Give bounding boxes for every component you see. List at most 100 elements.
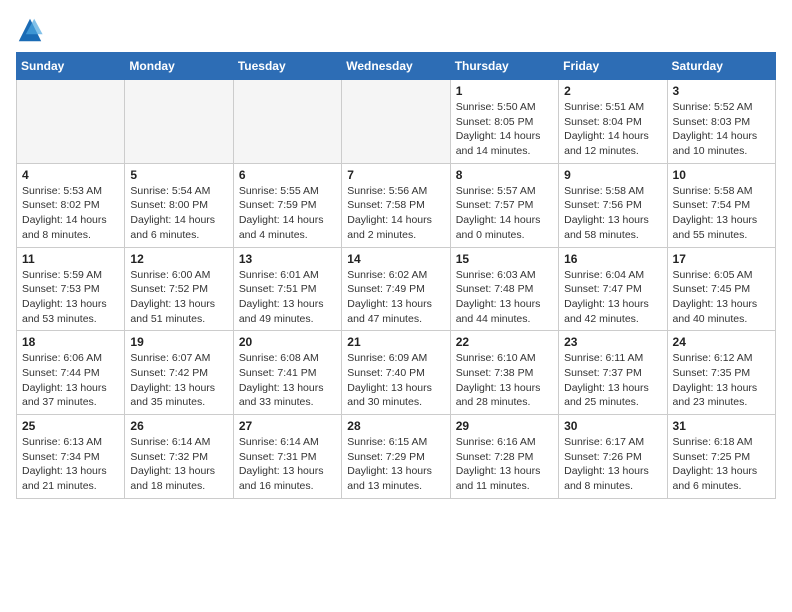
day-info: Sunrise: 6:00 AMSunset: 7:52 PMDaylight:… — [130, 268, 227, 327]
calendar-cell: 14 Sunrise: 6:02 AMSunset: 7:49 PMDayligh… — [342, 247, 450, 331]
day-number: 7 — [347, 168, 444, 182]
day-number: 19 — [130, 335, 227, 349]
day-info: Sunrise: 5:56 AMSunset: 7:58 PMDaylight:… — [347, 184, 444, 243]
logo — [16, 16, 48, 44]
calendar-cell — [233, 80, 341, 164]
calendar-cell: 3 Sunrise: 5:52 AMSunset: 8:03 PMDaylight… — [667, 80, 775, 164]
day-number: 18 — [22, 335, 119, 349]
day-info: Sunrise: 6:03 AMSunset: 7:48 PMDaylight:… — [456, 268, 553, 327]
day-info: Sunrise: 6:08 AMSunset: 7:41 PMDaylight:… — [239, 351, 336, 410]
header-saturday: Saturday — [667, 53, 775, 80]
header-friday: Friday — [559, 53, 667, 80]
calendar-week-row: 11 Sunrise: 5:59 AMSunset: 7:53 PMDayligh… — [17, 247, 776, 331]
calendar-week-row: 4 Sunrise: 5:53 AMSunset: 8:02 PMDaylight… — [17, 163, 776, 247]
page-header — [16, 16, 776, 44]
calendar-header-row: SundayMondayTuesdayWednesdayThursdayFrid… — [17, 53, 776, 80]
day-info: Sunrise: 6:04 AMSunset: 7:47 PMDaylight:… — [564, 268, 661, 327]
calendar-cell: 1 Sunrise: 5:50 AMSunset: 8:05 PMDaylight… — [450, 80, 558, 164]
day-number: 5 — [130, 168, 227, 182]
header-thursday: Thursday — [450, 53, 558, 80]
calendar-cell: 21Sunrise: 6:09 AMSunset: 7:40 PMDayligh… — [342, 331, 450, 415]
calendar-cell: 23 Sunrise: 6:11 AMSunset: 7:37 PMDayligh… — [559, 331, 667, 415]
calendar-cell: 4 Sunrise: 5:53 AMSunset: 8:02 PMDaylight… — [17, 163, 125, 247]
day-info: Sunrise: 6:18 AMSunset: 7:25 PMDaylight:… — [673, 435, 770, 494]
calendar-cell: 27Sunrise: 6:14 AMSunset: 7:31 PMDayligh… — [233, 415, 341, 499]
day-number: 3 — [673, 84, 770, 98]
day-number: 26 — [130, 419, 227, 433]
day-number: 12 — [130, 252, 227, 266]
day-number: 27 — [239, 419, 336, 433]
logo-icon — [16, 16, 44, 44]
day-info: Sunrise: 6:16 AMSunset: 7:28 PMDaylight:… — [456, 435, 553, 494]
calendar-cell — [125, 80, 233, 164]
day-number: 24 — [673, 335, 770, 349]
calendar-cell: 13Sunrise: 6:01 AMSunset: 7:51 PMDayligh… — [233, 247, 341, 331]
day-info: Sunrise: 6:13 AMSunset: 7:34 PMDaylight:… — [22, 435, 119, 494]
calendar-cell: 8Sunrise: 5:57 AMSunset: 7:57 PMDaylight… — [450, 163, 558, 247]
day-number: 31 — [673, 419, 770, 433]
calendar-cell: 30 Sunrise: 6:17 AMSunset: 7:26 PMDayligh… — [559, 415, 667, 499]
day-number: 2 — [564, 84, 661, 98]
day-number: 8 — [456, 168, 553, 182]
day-number: 1 — [456, 84, 553, 98]
day-number: 30 — [564, 419, 661, 433]
header-sunday: Sunday — [17, 53, 125, 80]
calendar-cell: 16Sunrise: 6:04 AMSunset: 7:47 PMDayligh… — [559, 247, 667, 331]
day-info: Sunrise: 6:17 AMSunset: 7:26 PMDaylight:… — [564, 435, 661, 494]
header-wednesday: Wednesday — [342, 53, 450, 80]
day-number: 20 — [239, 335, 336, 349]
day-info: Sunrise: 5:55 AMSunset: 7:59 PMDaylight:… — [239, 184, 336, 243]
day-info: Sunrise: 5:51 AMSunset: 8:04 PMDaylight:… — [564, 100, 661, 159]
calendar-cell: 20 Sunrise: 6:08 AMSunset: 7:41 PMDayligh… — [233, 331, 341, 415]
day-info: Sunrise: 5:58 AMSunset: 7:56 PMDaylight:… — [564, 184, 661, 243]
day-info: Sunrise: 5:52 AMSunset: 8:03 PMDaylight:… — [673, 100, 770, 159]
calendar-cell: 12 Sunrise: 6:00 AMSunset: 7:52 PMDayligh… — [125, 247, 233, 331]
calendar-cell: 18 Sunrise: 6:06 AMSunset: 7:44 PMDayligh… — [17, 331, 125, 415]
day-info: Sunrise: 5:53 AMSunset: 8:02 PMDaylight:… — [22, 184, 119, 243]
calendar-cell: 17 Sunrise: 6:05 AMSunset: 7:45 PMDayligh… — [667, 247, 775, 331]
day-info: Sunrise: 6:10 AMSunset: 7:38 PMDaylight:… — [456, 351, 553, 410]
day-number: 28 — [347, 419, 444, 433]
day-number: 15 — [456, 252, 553, 266]
day-number: 10 — [673, 168, 770, 182]
day-number: 17 — [673, 252, 770, 266]
calendar-cell: 25 Sunrise: 6:13 AMSunset: 7:34 PMDayligh… — [17, 415, 125, 499]
day-info: Sunrise: 6:06 AMSunset: 7:44 PMDaylight:… — [22, 351, 119, 410]
header-monday: Monday — [125, 53, 233, 80]
calendar-cell: 28 Sunrise: 6:15 AMSunset: 7:29 PMDayligh… — [342, 415, 450, 499]
day-info: Sunrise: 5:50 AMSunset: 8:05 PMDaylight:… — [456, 100, 553, 159]
calendar-cell: 31 Sunrise: 6:18 AMSunset: 7:25 PMDayligh… — [667, 415, 775, 499]
day-number: 21 — [347, 335, 444, 349]
calendar-cell: 19 Sunrise: 6:07 AMSunset: 7:42 PMDayligh… — [125, 331, 233, 415]
day-number: 4 — [22, 168, 119, 182]
day-info: Sunrise: 6:15 AMSunset: 7:29 PMDaylight:… — [347, 435, 444, 494]
calendar-cell: 26Sunrise: 6:14 AMSunset: 7:32 PMDayligh… — [125, 415, 233, 499]
day-number: 6 — [239, 168, 336, 182]
calendar-cell: 10 Sunrise: 5:58 AMSunset: 7:54 PMDayligh… — [667, 163, 775, 247]
day-number: 25 — [22, 419, 119, 433]
day-info: Sunrise: 6:01 AMSunset: 7:51 PMDaylight:… — [239, 268, 336, 327]
calendar-cell — [17, 80, 125, 164]
calendar-week-row: 18 Sunrise: 6:06 AMSunset: 7:44 PMDayligh… — [17, 331, 776, 415]
calendar-cell: 11 Sunrise: 5:59 AMSunset: 7:53 PMDayligh… — [17, 247, 125, 331]
calendar-cell: 5 Sunrise: 5:54 AMSunset: 8:00 PMDaylight… — [125, 163, 233, 247]
day-info: Sunrise: 6:11 AMSunset: 7:37 PMDaylight:… — [564, 351, 661, 410]
day-number: 22 — [456, 335, 553, 349]
day-info: Sunrise: 6:02 AMSunset: 7:49 PMDaylight:… — [347, 268, 444, 327]
header-tuesday: Tuesday — [233, 53, 341, 80]
day-number: 23 — [564, 335, 661, 349]
day-info: Sunrise: 5:58 AMSunset: 7:54 PMDaylight:… — [673, 184, 770, 243]
calendar-cell: 15 Sunrise: 6:03 AMSunset: 7:48 PMDayligh… — [450, 247, 558, 331]
day-info: Sunrise: 5:54 AMSunset: 8:00 PMDaylight:… — [130, 184, 227, 243]
day-info: Sunrise: 5:59 AMSunset: 7:53 PMDaylight:… — [22, 268, 119, 327]
day-number: 11 — [22, 252, 119, 266]
calendar-cell: 9 Sunrise: 5:58 AMSunset: 7:56 PMDaylight… — [559, 163, 667, 247]
day-number: 14 — [347, 252, 444, 266]
calendar-table: SundayMondayTuesdayWednesdayThursdayFrid… — [16, 52, 776, 499]
day-info: Sunrise: 6:12 AMSunset: 7:35 PMDaylight:… — [673, 351, 770, 410]
calendar-cell: 22 Sunrise: 6:10 AMSunset: 7:38 PMDayligh… — [450, 331, 558, 415]
day-number: 29 — [456, 419, 553, 433]
day-number: 9 — [564, 168, 661, 182]
day-info: Sunrise: 6:07 AMSunset: 7:42 PMDaylight:… — [130, 351, 227, 410]
day-info: Sunrise: 6:05 AMSunset: 7:45 PMDaylight:… — [673, 268, 770, 327]
